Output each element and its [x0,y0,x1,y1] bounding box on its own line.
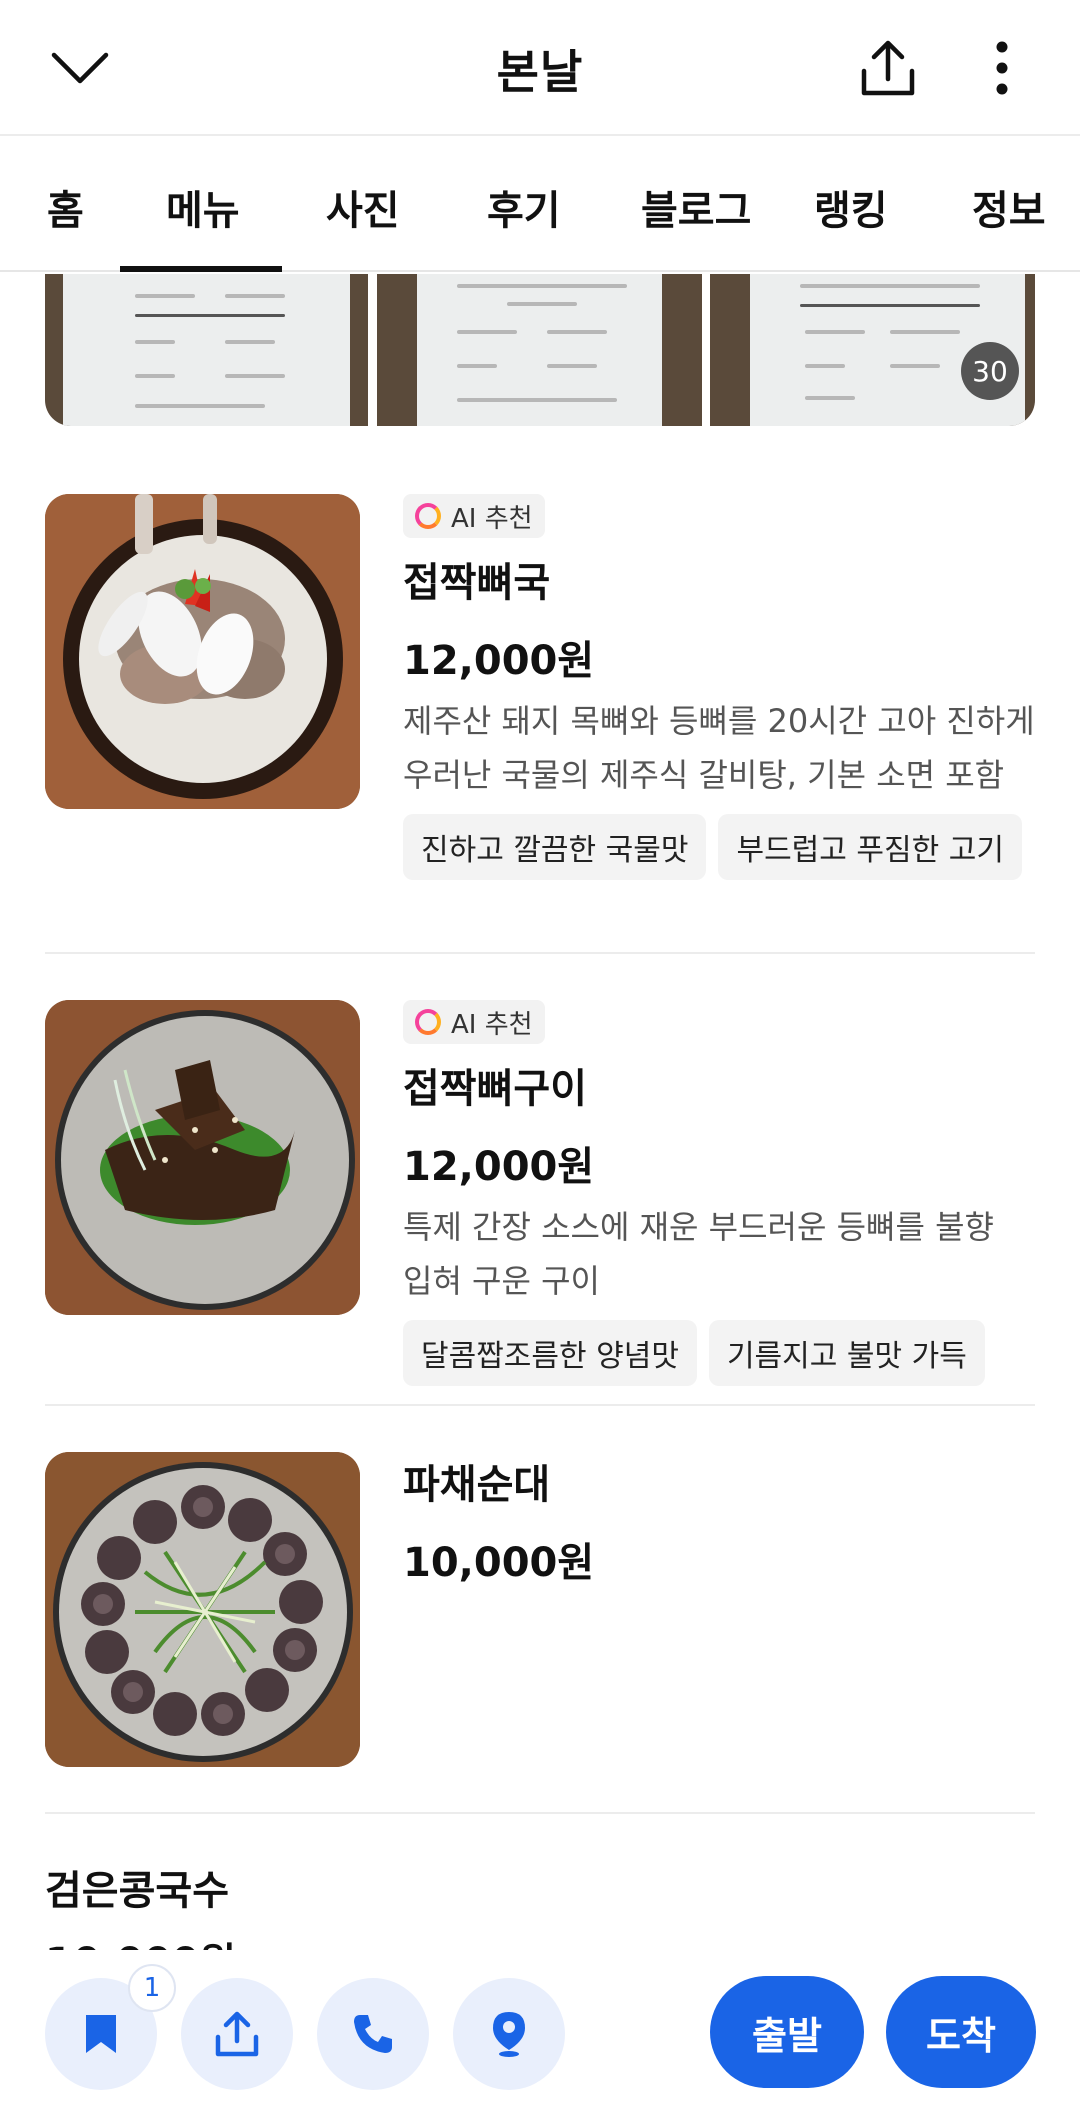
menu-board-photo[interactable]: 30 [710,274,1035,426]
menu-item-photo [45,1000,360,1315]
menu-item-price: 12,000원 [403,638,595,684]
divider [45,952,1035,954]
share-icon [215,2011,259,2057]
save-count-badge: 1 [128,1964,176,2012]
ai-ring-icon [415,503,441,529]
menu-item-price: 10,000원 [45,1930,1035,1950]
menu-item-tags: 달콤짭조름한 양념맛 기름지고 불맛 가득 [403,1320,1035,1386]
share-button[interactable] [181,1978,293,2090]
menu-item-photo [45,494,360,809]
bookmark-icon [86,2015,116,2053]
menu-item-photo [45,1452,360,1767]
tag-chip: 부드럽고 푸짐한 고기 [718,814,1022,880]
menu-item-price: 10,000원 [403,1540,595,1586]
location-pin-icon [493,2012,525,2057]
tab-menu[interactable]: 메뉴 [166,178,240,236]
tab-reviews[interactable]: 후기 [487,178,561,236]
menu-item-name: 접짝뼈구이 [403,1066,587,1112]
menu-item[interactable]: AI 추천 접짝뼈국 12,000원 제주산 돼지 목뼈와 등뼈를 20시간 고… [45,494,1035,894]
ai-recommend-badge: AI 추천 [403,494,545,538]
tag-chip: 진하고 깔끔한 국물맛 [403,814,707,880]
tag-chip: 달콤짭조름한 양념맛 [403,1320,697,1386]
ai-badge-label: AI 추천 [451,503,533,534]
active-tab-indicator [120,266,282,272]
menu-item-description: 특제 간장 소스에 재운 부드러운 등뼈를 불향 입혀 구운 구이 [403,1208,994,1300]
menu-item[interactable]: 파채순대 10,000원 [45,1452,1035,1772]
tab-photos[interactable]: 사진 [326,178,400,236]
tab-info[interactable]: 정보 [972,178,1046,236]
menu-board-photo[interactable] [45,274,368,426]
divider [45,1812,1035,1814]
menu-photo-strip: 30 [45,274,1035,426]
divider [45,1404,1035,1406]
call-button[interactable] [317,1978,429,2090]
tab-bar: 홈 메뉴 사진 후기 블로그 랭킹 정보 [0,138,1080,272]
menu-item-tags: 진하고 깔끔한 국물맛 부드럽고 푸짐한 고기 [403,814,1035,880]
location-button[interactable] [453,1978,565,2090]
top-app-bar: 본날 [0,0,1080,136]
menu-board-photo[interactable] [377,274,702,426]
ai-badge-label: AI 추천 [451,1009,533,1040]
menu-item-info: AI 추천 접짝뼈국 12,000원 제주산 돼지 목뼈와 등뼈를 20시간 고… [403,494,1035,880]
menu-item-name: 접짝뼈국 [403,560,551,606]
depart-button[interactable]: 출발 [710,1976,864,2088]
ai-recommend-badge: AI 추천 [403,1000,545,1044]
menu-item-info: 파채순대 10,000원 [403,1452,1035,1588]
menu-item-name: 파채순대 [403,1462,551,1508]
arrive-button[interactable]: 도착 [886,1976,1036,2088]
tag-chip: 기름지고 불맛 가득 [708,1320,985,1386]
more-vertical-icon[interactable] [964,30,1040,106]
menu-item[interactable]: AI 추천 접짝뼈구이 12,000원 특제 간장 소스에 재운 부드러운 등뼈… [45,1000,1035,1386]
share-icon[interactable] [850,30,926,106]
phone-icon [354,2015,392,2053]
menu-item-price: 12,000원 [403,1144,595,1190]
tab-ranking[interactable]: 랭킹 [814,178,888,236]
tab-blog[interactable]: 블로그 [641,178,751,236]
bottom-action-bar: 1 출발 도착 [0,1950,1080,2109]
tab-home[interactable]: 홈 [47,178,84,236]
photo-count-badge: 30 [961,342,1019,400]
menu-item-description: 제주산 돼지 목뼈와 등뼈를 20시간 고아 진하게 우러난 국물의 제주식 갈… [403,702,1035,794]
ai-ring-icon [415,1009,441,1035]
menu-item-info: AI 추천 접짝뼈구이 12,000원 특제 간장 소스에 재운 부드러운 등뼈… [403,1000,1035,1386]
menu-item[interactable]: 검은콩국수 10,000원 [45,1858,1035,1950]
menu-item-name: 검은콩국수 [45,1868,229,1914]
